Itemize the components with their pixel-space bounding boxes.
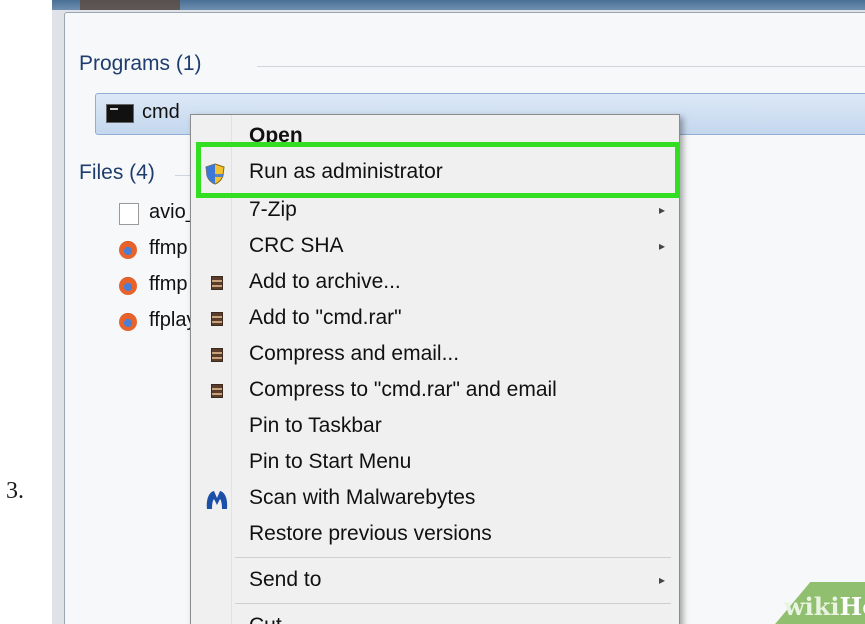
menu-item-send-to[interactable]: Send to ▸ xyxy=(191,563,679,599)
firefox-icon xyxy=(119,241,137,259)
menu-separator xyxy=(235,603,671,604)
menu-item-label: Restore previous versions xyxy=(249,522,492,545)
menu-item-label: Pin to Start Menu xyxy=(249,450,412,473)
highlight-box xyxy=(196,142,680,198)
winrar-icon xyxy=(211,312,223,326)
programs-section-header: Programs (1) xyxy=(79,52,202,75)
file-result-label: ffmp xyxy=(149,237,188,259)
menu-item-label: Compress to "cmd.rar" and email xyxy=(249,378,557,401)
files-section-header: Files (4) xyxy=(79,161,155,184)
cmd-icon xyxy=(106,104,134,123)
menu-separator xyxy=(235,557,671,558)
menu-item-label: 7-Zip xyxy=(249,198,297,221)
menu-item-crc-sha[interactable]: CRC SHA ▸ xyxy=(191,229,679,265)
submenu-arrow-icon: ▸ xyxy=(658,203,665,217)
watermark-how: How xyxy=(839,592,865,621)
menu-item-pin-to-start-menu[interactable]: Pin to Start Menu xyxy=(191,445,679,481)
menu-item-label: Send to xyxy=(249,568,322,591)
window-top-edge xyxy=(52,0,865,10)
programs-divider xyxy=(257,66,865,67)
menu-item-label: Add to "cmd.rar" xyxy=(249,306,402,329)
firefox-icon xyxy=(119,313,137,331)
step-number: 3. xyxy=(6,478,24,504)
menu-item-compress-and-email[interactable]: Compress and email... xyxy=(191,337,679,373)
menu-item-compress-to-cmd-rar-and-email[interactable]: Compress to "cmd.rar" and email xyxy=(191,373,679,409)
watermark-wiki: wiki xyxy=(784,592,840,621)
file-result-label: ffmp xyxy=(149,273,188,295)
winrar-icon xyxy=(211,276,223,290)
menu-item-cut[interactable]: Cut xyxy=(191,609,679,624)
start-menu-screenshot: Programs (1) cmd Files (4) avio_ ffmp ff… xyxy=(52,0,865,624)
winrar-icon xyxy=(211,384,223,398)
submenu-arrow-icon: ▸ xyxy=(658,239,665,253)
winrar-icon xyxy=(211,348,223,362)
menu-item-label: Cut xyxy=(249,614,282,624)
menu-item-pin-to-taskbar[interactable]: Pin to Taskbar xyxy=(191,409,679,445)
menu-item-label: Add to archive... xyxy=(249,270,401,293)
program-result-label: cmd xyxy=(142,101,180,123)
menu-item-add-to-cmd-rar[interactable]: Add to "cmd.rar" xyxy=(191,301,679,337)
menu-item-scan-with-malwarebytes[interactable]: Scan with Malwarebytes xyxy=(191,481,679,517)
menu-item-label: CRC SHA xyxy=(249,234,344,257)
malwarebytes-icon xyxy=(206,491,228,509)
menu-item-restore-previous-versions[interactable]: Restore previous versions xyxy=(191,517,679,553)
submenu-arrow-icon: ▸ xyxy=(658,573,665,587)
menu-item-label: Pin to Taskbar xyxy=(249,414,382,437)
firefox-icon xyxy=(119,277,137,295)
menu-item-label: Compress and email... xyxy=(249,342,460,365)
wikihow-watermark: wikiHow xyxy=(784,592,865,621)
menu-item-label: Scan with Malwarebytes xyxy=(249,486,476,509)
menu-item-7zip[interactable]: 7-Zip ▸ xyxy=(191,193,679,229)
document-icon xyxy=(119,203,139,225)
menu-item-add-to-archive[interactable]: Add to archive... xyxy=(191,265,679,301)
